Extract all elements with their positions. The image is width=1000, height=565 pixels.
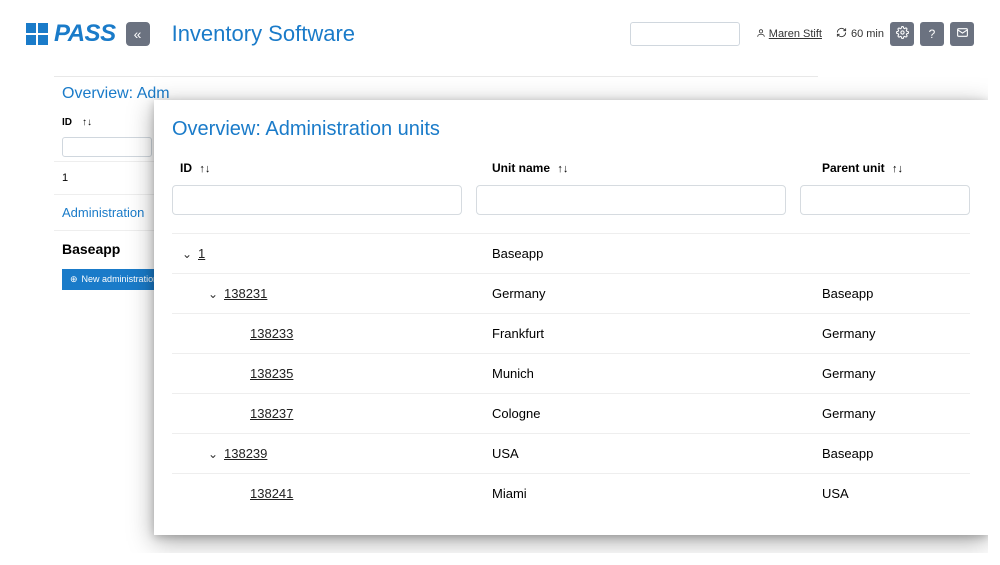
topbar: PASS « Inventory Software Maren Stift 60…	[12, 12, 988, 60]
unit-name-cell: USA	[492, 446, 822, 461]
id-link[interactable]: 138231	[224, 286, 267, 301]
sort-icon[interactable]: ↑↓	[557, 163, 568, 175]
plus-circle-icon: ⊕	[70, 274, 78, 285]
id-cell: 138237	[172, 406, 492, 421]
table-row: ⌄138231GermanyBaseapp	[172, 273, 970, 313]
session-timer: 60 min	[836, 27, 884, 41]
id-cell: ⌄138239	[172, 446, 492, 461]
unit-name-cell: Munich	[492, 366, 822, 381]
sort-icon[interactable]: ↑↓	[82, 117, 92, 128]
id-cell: ⌄1	[172, 246, 492, 261]
parent-unit-cell: Baseapp	[822, 446, 970, 461]
sort-icon[interactable]: ↑↓	[892, 163, 903, 175]
parent-unit-filter-input[interactable]	[800, 185, 970, 215]
app-title: Inventory Software	[172, 21, 355, 47]
back-id-filter-input[interactable]	[62, 137, 152, 157]
chevron-down-icon[interactable]: ⌄	[208, 447, 224, 461]
refresh-icon	[836, 27, 847, 41]
mail-icon	[956, 26, 969, 42]
unit-name-cell: Baseapp	[492, 246, 822, 261]
parent-unit-cell: Germany	[822, 406, 970, 421]
settings-button[interactable]	[890, 22, 914, 46]
mail-button[interactable]	[950, 22, 974, 46]
id-link[interactable]: 138233	[250, 326, 293, 341]
table-row: 138241 MiamiUSA	[172, 473, 970, 513]
unit-name-cell: Germany	[492, 286, 822, 301]
panel-title: Overview: Administration units	[172, 118, 970, 141]
timer-value: 60 min	[851, 28, 884, 40]
col-parent-unit-label: Parent unit	[822, 161, 885, 175]
filter-row	[172, 185, 970, 225]
help-button[interactable]: ?	[920, 22, 944, 46]
tree-body: ⌄1Baseapp⌄138231GermanyBaseapp138233Fran…	[172, 233, 970, 513]
parent-unit-cell: Germany	[822, 326, 970, 341]
logo: PASS	[26, 20, 116, 48]
overview-panel: Overview: Administration units ID ↑↓ Uni…	[154, 100, 988, 535]
question-icon: ?	[929, 27, 936, 41]
id-cell: 138233	[172, 326, 492, 341]
table-row: 138233 FrankfurtGermany	[172, 313, 970, 353]
chevron-down-icon[interactable]: ⌄	[182, 247, 198, 261]
parent-unit-cell: Germany	[822, 366, 970, 381]
user-icon	[756, 28, 766, 41]
user-link[interactable]: Maren Stift	[756, 28, 822, 41]
back-col-id: ID	[62, 117, 72, 128]
unit-name-filter-input[interactable]	[476, 185, 786, 215]
user-name: Maren Stift	[769, 28, 822, 40]
id-link[interactable]: 138239	[224, 446, 267, 461]
app-window: PASS « Inventory Software Maren Stift 60…	[12, 12, 988, 553]
col-unit-name-label: Unit name	[492, 161, 550, 175]
parent-unit-cell: Baseapp	[822, 286, 970, 301]
id-link[interactable]: 138235	[250, 366, 293, 381]
table-row: ⌄1Baseapp	[172, 233, 970, 273]
gear-icon	[896, 26, 909, 42]
id-cell: 138235	[172, 366, 492, 381]
table-header: ID ↑↓ Unit name ↑↓ Parent unit ↑↓	[172, 155, 970, 185]
unit-name-cell: Miami	[492, 486, 822, 501]
table-row: ⌄138239USABaseapp	[172, 433, 970, 473]
id-link[interactable]: 138237	[250, 406, 293, 421]
id-link[interactable]: 1	[198, 246, 205, 261]
logo-text: PASS	[54, 20, 116, 48]
search-input[interactable]	[630, 22, 740, 46]
parent-unit-cell: USA	[822, 486, 970, 501]
table-row: 138235 MunichGermany	[172, 353, 970, 393]
unit-name-cell: Cologne	[492, 406, 822, 421]
chevron-down-icon[interactable]: ⌄	[208, 287, 224, 301]
unit-name-cell: Frankfurt	[492, 326, 822, 341]
logo-mark-icon	[26, 23, 48, 45]
id-filter-input[interactable]	[172, 185, 462, 215]
id-link[interactable]: 138241	[250, 486, 293, 501]
sort-icon[interactable]: ↑↓	[199, 163, 210, 175]
table-row: 138237 CologneGermany	[172, 393, 970, 433]
col-id-label: ID	[180, 161, 192, 175]
id-cell: 138241	[172, 486, 492, 501]
id-cell: ⌄138231	[172, 286, 492, 301]
sidebar-collapse-button[interactable]: «	[126, 22, 150, 46]
chevron-left-icon: «	[134, 26, 142, 42]
